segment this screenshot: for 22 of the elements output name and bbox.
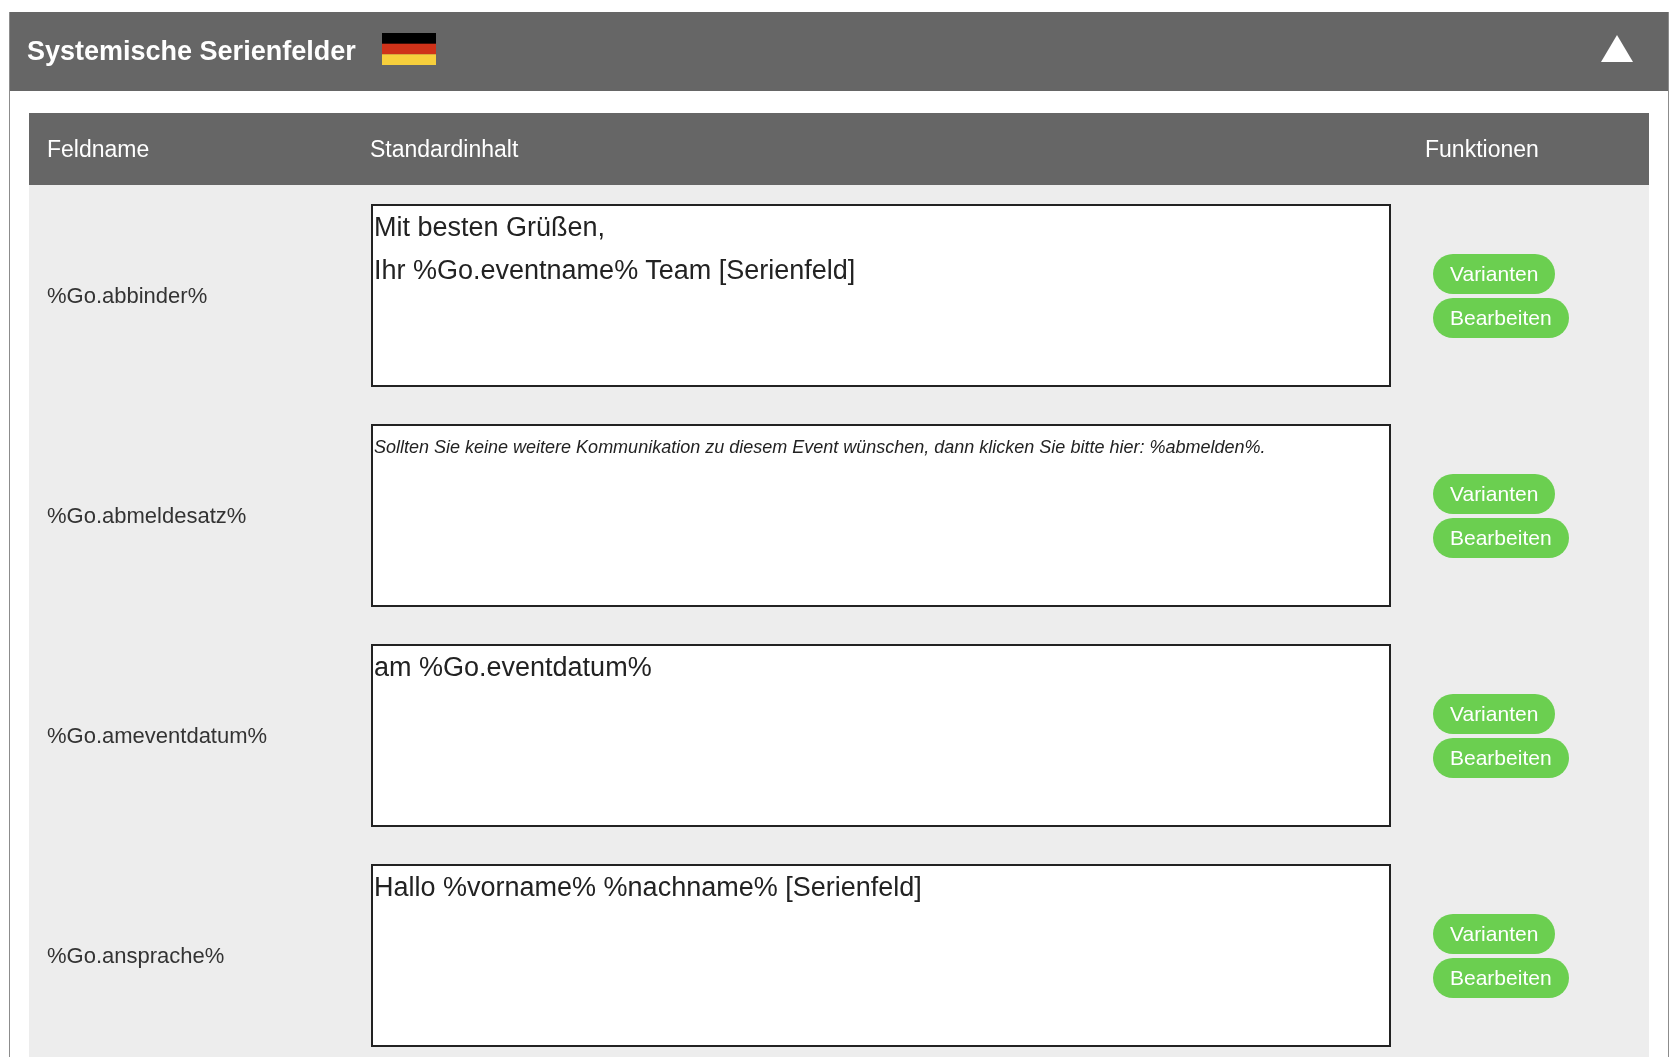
column-header: Feldname — [47, 135, 150, 162]
variants-button[interactable]: Varianten — [1433, 253, 1556, 294]
field-name: %Go.ameventdatum% — [47, 722, 268, 748]
content-field[interactable]: Mit besten Grüßen, Ihr %Go.eventname% Team [Serienfeld] — [371, 204, 1391, 387]
edit-button[interactable]: Bearbeiten — [1433, 517, 1569, 558]
column-header: Standardinhalt — [370, 135, 519, 162]
content-field[interactable]: Hallo %vorname% %nachname% [Serienfeld] — [371, 864, 1391, 1047]
flag-icon — [381, 32, 436, 65]
content-field[interactable]: am %Go.eventdatum% — [371, 644, 1391, 827]
variants-button[interactable]: Varianten — [1433, 473, 1556, 514]
triangle-up-icon[interactable] — [1601, 35, 1633, 62]
field-name: %Go.ansprache% — [47, 942, 225, 968]
column-header: Funktionen — [1425, 135, 1539, 162]
panel-title: Systemische Serienfelder — [27, 36, 356, 67]
edit-button[interactable]: Bearbeiten — [1433, 737, 1569, 778]
edit-button[interactable]: Bearbeiten — [1433, 297, 1569, 338]
content-field[interactable]: Sollten Sie keine weitere Kommunikation zu diesem Event wünschen, dann klicken Sie bitte hier: %abmelden%. — [371, 424, 1391, 607]
field-name: %Go.abbinder% — [47, 282, 208, 308]
field-name: %Go.abmeldesatz% — [47, 502, 247, 528]
variants-button[interactable]: Varianten — [1433, 913, 1556, 954]
edit-button[interactable]: Bearbeiten — [1433, 957, 1569, 998]
variants-button[interactable]: Varianten — [1433, 693, 1556, 734]
